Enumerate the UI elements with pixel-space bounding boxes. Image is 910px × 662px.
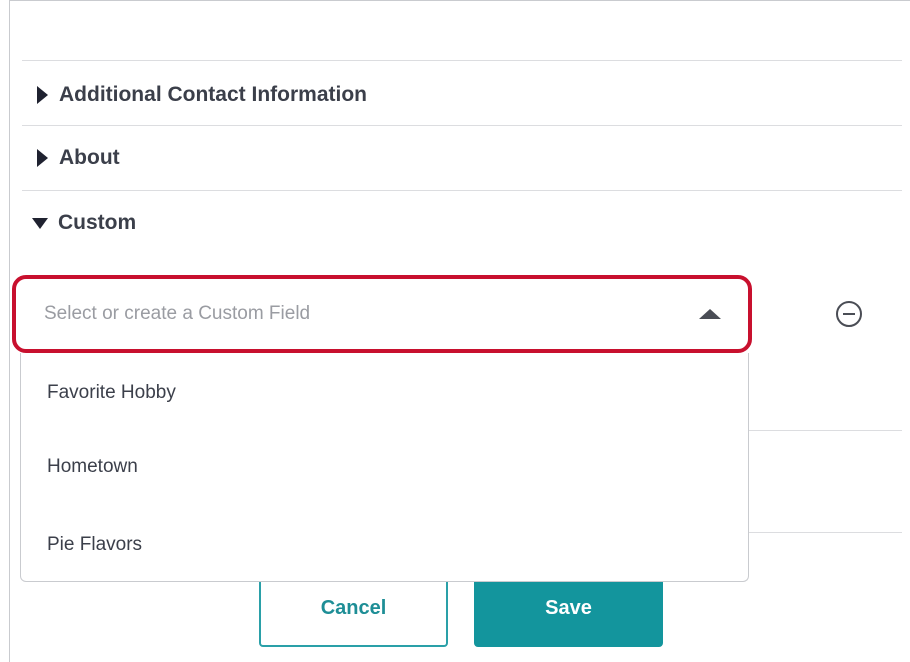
- dropdown-option-pie-flavors[interactable]: Pie Flavors: [47, 534, 142, 556]
- section-additional-contact-information[interactable]: Additional Contact Information: [30, 80, 367, 110]
- custom-field-placeholder: Select or create a Custom Field: [44, 303, 311, 324]
- section-about[interactable]: About: [30, 143, 120, 173]
- divider: [22, 190, 902, 191]
- caret-right-icon: [37, 149, 48, 167]
- section-custom[interactable]: Custom: [30, 208, 136, 238]
- caret-right-icon: [37, 86, 48, 104]
- divider: [22, 125, 902, 126]
- divider: [22, 60, 902, 61]
- dropdown-option-favorite-hobby[interactable]: Favorite Hobby: [47, 382, 176, 404]
- caret-down-icon: [32, 217, 48, 229]
- section-label: Additional Contact Information: [59, 83, 367, 106]
- section-label: Custom: [58, 211, 137, 234]
- caret-up-icon[interactable]: [699, 309, 721, 319]
- custom-field-dropdown: Favorite Hobby Hometown Pie Flavors: [20, 353, 749, 582]
- dropdown-option-hometown[interactable]: Hometown: [47, 456, 138, 478]
- custom-field-select-highlight: Select or create a Custom Field: [12, 275, 752, 353]
- section-label: About: [59, 146, 120, 169]
- custom-field-select[interactable]: Select or create a Custom Field: [23, 285, 741, 343]
- minus-circle-icon[interactable]: [836, 301, 862, 327]
